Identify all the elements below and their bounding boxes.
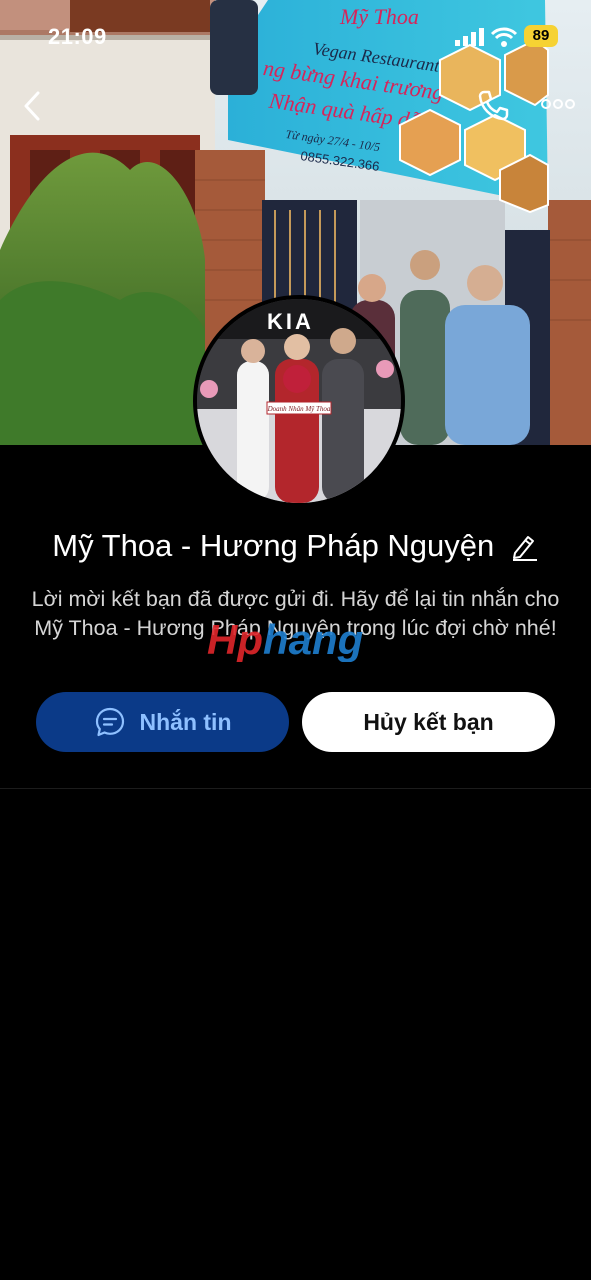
watermark-part2: hang bbox=[263, 616, 363, 662]
send-message-label: Nhắn tin bbox=[139, 708, 232, 735]
avatar-sign-text: Doanh Nhân Mỹ Thoa bbox=[267, 405, 331, 413]
watermark-logo: Hp hang bbox=[207, 616, 363, 662]
pencil-icon bbox=[512, 536, 537, 561]
profile-name: Mỹ Thoa - Hương Pháp Nguyện bbox=[52, 528, 495, 563]
cancel-friend-request-label: Hủy kết bạn bbox=[363, 708, 494, 735]
profile-name-row: Mỹ Thoa - Hương Pháp Nguyện bbox=[0, 528, 591, 564]
status-bar: 21:09 89 bbox=[0, 22, 591, 52]
cellular-signal-icon bbox=[455, 28, 484, 46]
call-button[interactable] bbox=[476, 88, 510, 122]
send-message-button[interactable]: Nhắn tin bbox=[36, 692, 289, 752]
battery-level: 89 bbox=[524, 25, 558, 47]
profile-avatar[interactable]: KIA Doanh Nhân Mỹ Thoa bbox=[193, 295, 405, 507]
wifi-icon bbox=[490, 27, 518, 47]
avatar-logo-text: KIA bbox=[267, 309, 314, 334]
watermark-part1: Hp bbox=[207, 616, 263, 662]
back-button[interactable] bbox=[18, 88, 48, 124]
status-time: 21:09 bbox=[48, 24, 107, 49]
chevron-left-icon bbox=[24, 91, 40, 121]
phone-icon bbox=[478, 90, 509, 121]
chat-bubble-icon bbox=[95, 707, 124, 737]
edit-name-button[interactable] bbox=[509, 531, 539, 561]
avatar-image: KIA Doanh Nhân Mỹ Thoa bbox=[197, 299, 401, 503]
cancel-friend-request-button[interactable]: Hủy kết bạn bbox=[302, 692, 555, 752]
more-options-button[interactable] bbox=[540, 94, 576, 114]
more-horizontal-icon bbox=[541, 99, 575, 109]
section-divider bbox=[0, 788, 591, 789]
